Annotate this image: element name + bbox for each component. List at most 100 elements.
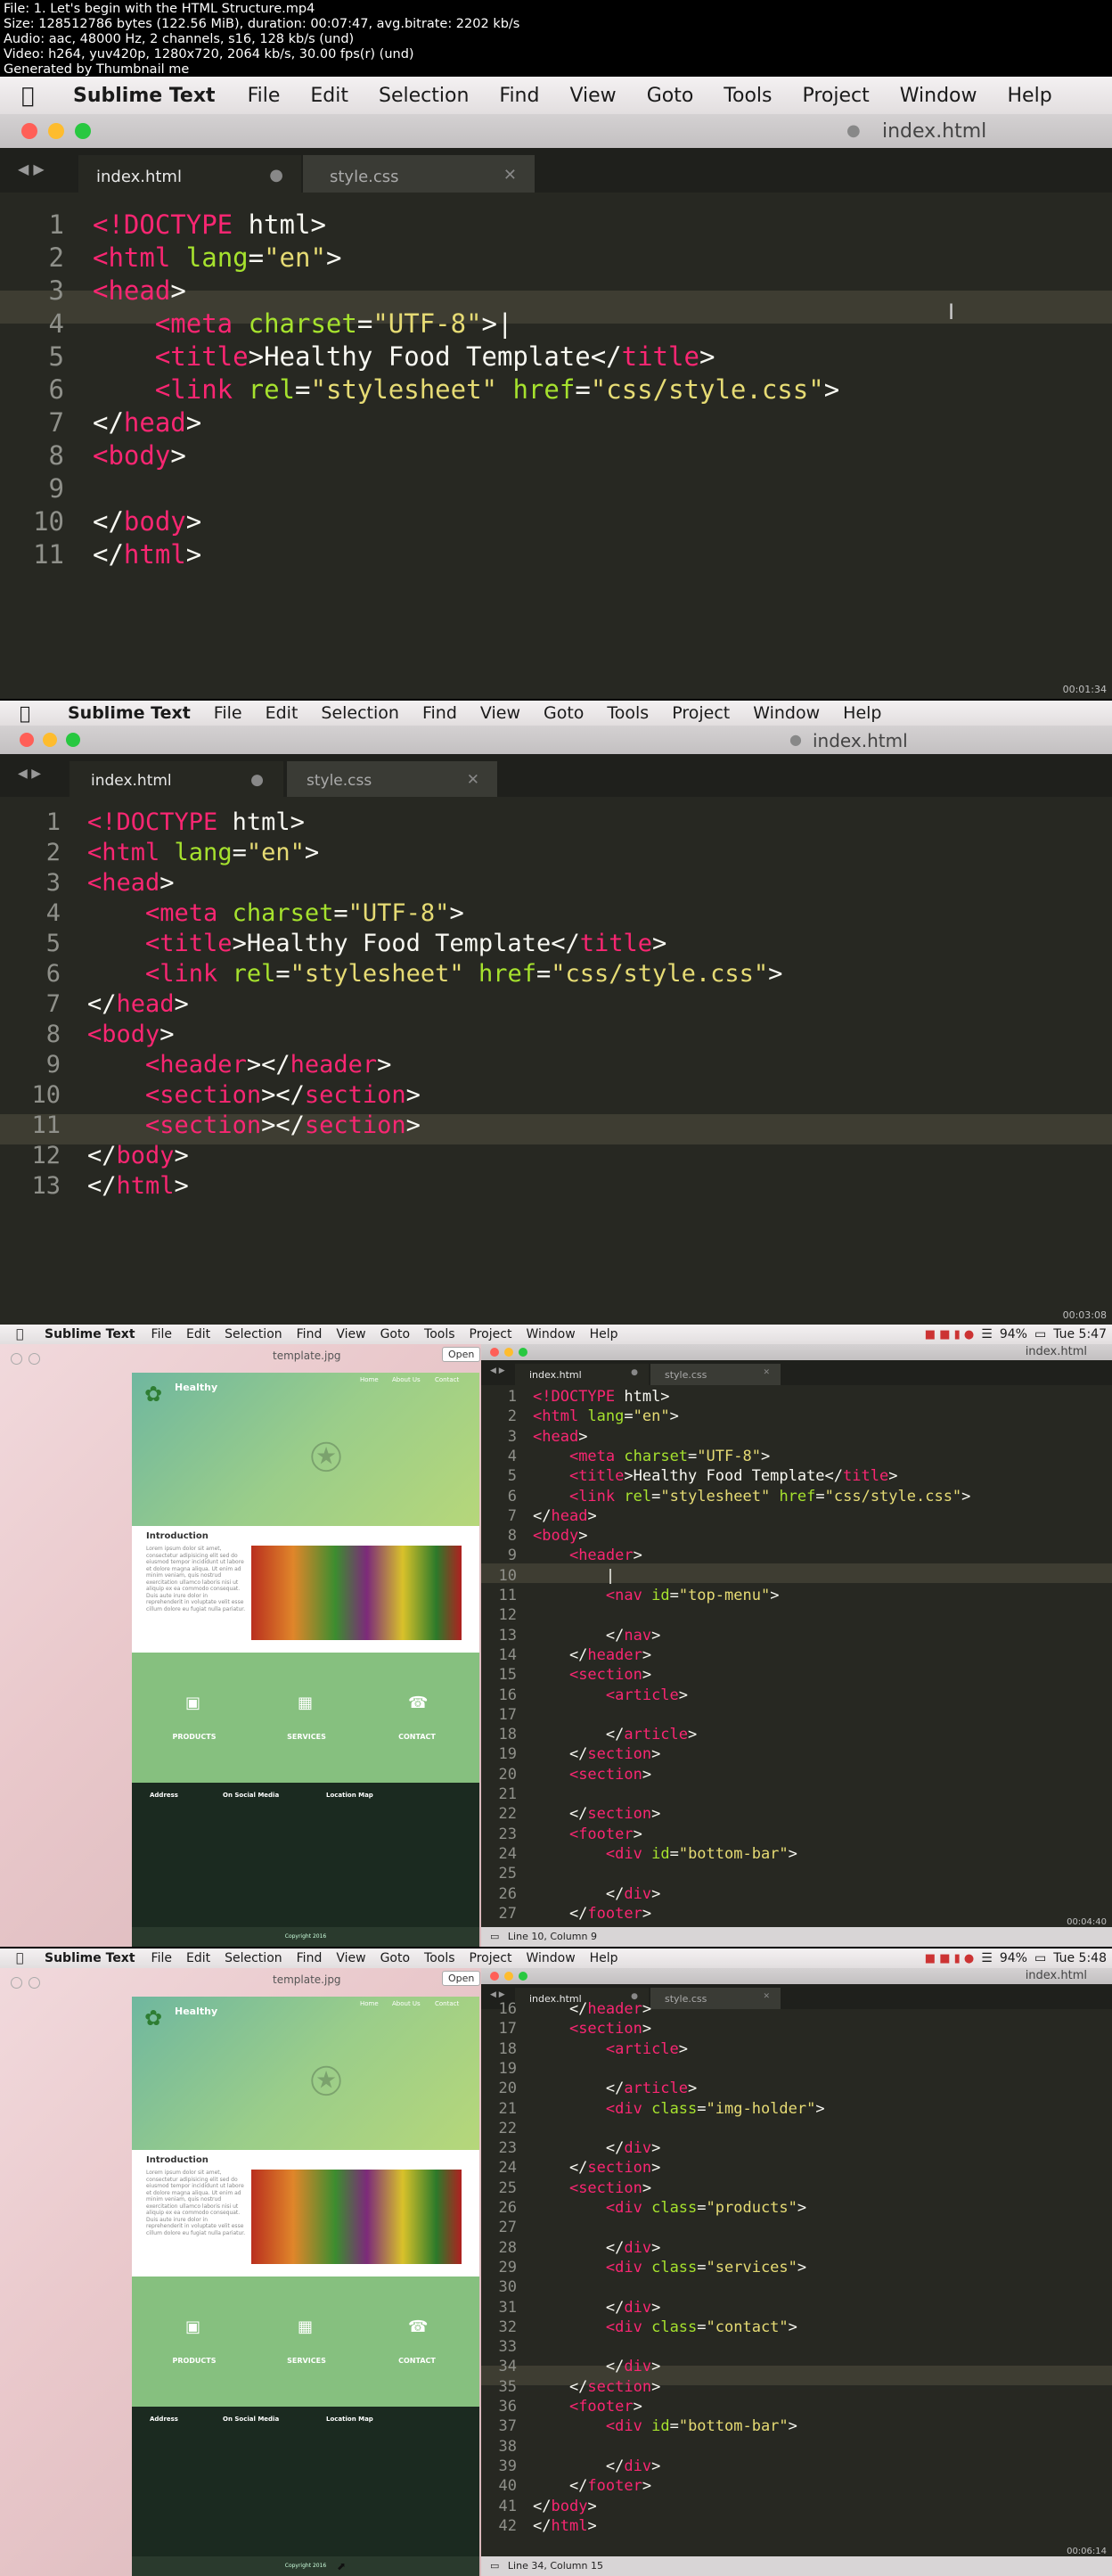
preview-minimize-button[interactable]: [29, 1353, 40, 1365]
code-line[interactable]: <section>: [533, 1665, 651, 1685]
code-line[interactable]: <html lang="en">: [93, 242, 341, 275]
code-editor[interactable]: 1 <!DOCTYPE html> 2 <html lang="en"> 3 <head>…: [0, 797, 1112, 1325]
code-line[interactable]: <body>: [87, 1020, 175, 1050]
code-line[interactable]: <article>: [533, 2039, 688, 2059]
code-line[interactable]: </div>: [533, 2238, 660, 2258]
menu-tools[interactable]: Tools: [724, 85, 772, 107]
code-line[interactable]: </head>: [93, 406, 201, 439]
maximize-window-button[interactable]: [66, 733, 80, 747]
code-line[interactable]: <footer>: [533, 1825, 642, 1844]
code-line[interactable]: <section></section>: [87, 1111, 421, 1141]
menu-help[interactable]: Help: [1008, 85, 1052, 107]
tab-style-css[interactable]: style.css ✕: [650, 1364, 781, 1385]
menu-app-name[interactable]: Sublime Text: [45, 1327, 135, 1341]
code-line[interactable]: <title>Healthy Food Template</title>: [87, 929, 666, 959]
menu-find[interactable]: Find: [297, 1327, 323, 1341]
nav-back-icon[interactable]: ◀ ▶: [490, 1990, 505, 1999]
nav-contact[interactable]: Contact: [435, 2000, 459, 2007]
tab-dirty-icon[interactable]: ●: [250, 771, 264, 789]
code-line[interactable]: </article>: [533, 2079, 697, 2098]
code-line[interactable]: <div class="contact">: [533, 2318, 797, 2337]
menu-selection[interactable]: Selection: [379, 85, 469, 107]
menu-view[interactable]: View: [336, 1327, 365, 1341]
service-contact[interactable]: CONTACT: [390, 1733, 444, 1741]
tab-close-icon[interactable]: ✕: [503, 166, 517, 185]
menu-goto[interactable]: Goto: [380, 1327, 410, 1341]
menu-app-name[interactable]: Sublime Text: [68, 703, 191, 723]
code-line[interactable]: <section>: [533, 2019, 651, 2039]
menu-view[interactable]: View: [480, 703, 520, 723]
apple-icon[interactable]: : [16, 1951, 45, 1965]
tab-index-html[interactable]: index.html ●: [515, 1364, 649, 1385]
code-line[interactable]: </div>: [533, 2357, 660, 2376]
code-line[interactable]: <!DOCTYPE html>: [533, 1387, 670, 1407]
preview-close-button[interactable]: [11, 1977, 22, 1989]
clock[interactable]: Tue 5:48: [1053, 1951, 1107, 1965]
tab-index-html[interactable]: index.html ●: [78, 155, 301, 193]
code-line[interactable]: <!DOCTYPE html>: [93, 209, 326, 242]
nav-back-icon[interactable]: ◀ ▶: [18, 767, 41, 781]
menu-file[interactable]: File: [151, 1327, 172, 1341]
code-line[interactable]: </body>: [87, 1141, 189, 1171]
menu-window[interactable]: Window: [526, 1327, 575, 1341]
tab-index-html[interactable]: index.html ●: [70, 761, 283, 797]
code-line[interactable]: <!DOCTYPE html>: [87, 808, 305, 838]
menu-selection[interactable]: Selection: [225, 1951, 282, 1965]
menu-window[interactable]: Window: [526, 1951, 575, 1965]
menu-project[interactable]: Project: [470, 1951, 512, 1965]
menu-project[interactable]: Project: [802, 85, 869, 107]
tab-style-css[interactable]: style.css ✕: [650, 1988, 781, 2009]
code-line[interactable]: <link rel="stylesheet" href="css/style.c…: [533, 1487, 970, 1506]
service-products[interactable]: PRODUCTS: [168, 2357, 221, 2365]
code-line[interactable]: <footer>: [533, 2397, 642, 2416]
tab-dirty-icon[interactable]: ●: [631, 1368, 638, 1377]
code-line[interactable]: <header></header>: [87, 1050, 391, 1080]
menu-selection[interactable]: Selection: [225, 1327, 282, 1341]
menu-help[interactable]: Help: [843, 703, 881, 723]
close-window-button[interactable]: [21, 123, 37, 139]
status-panel-icon[interactable]: ▭: [490, 1931, 499, 1942]
code-line[interactable]: <html lang="en">: [87, 838, 319, 868]
preview-minimize-button[interactable]: [29, 1977, 40, 1989]
code-line[interactable]: </div>: [533, 2457, 660, 2476]
menu-window[interactable]: Window: [900, 85, 977, 107]
code-line[interactable]: <article>: [533, 1686, 688, 1705]
code-line[interactable]: <link rel="stylesheet" href="css/style.c…: [87, 959, 782, 989]
menu-tools[interactable]: Tools: [424, 1327, 455, 1341]
code-line[interactable]: </div>: [533, 1884, 660, 1904]
code-line[interactable]: </footer>: [533, 1904, 651, 1924]
code-line[interactable]: <div class="products">: [533, 2198, 806, 2218]
tab-close-icon[interactable]: ✕: [467, 771, 479, 789]
code-line[interactable]: <meta charset="UTF-8">: [87, 898, 464, 929]
menu-window[interactable]: Window: [753, 703, 820, 723]
close-window-button[interactable]: [490, 1348, 499, 1357]
minimize-window-button[interactable]: [504, 1348, 513, 1357]
menu-project[interactable]: Project: [672, 703, 730, 723]
wifi-icon[interactable]: ☰: [981, 1951, 993, 1965]
menu-app-name[interactable]: Sublime Text: [45, 1951, 135, 1965]
code-line[interactable]: <title>Healthy Food Template</title>: [533, 1466, 898, 1486]
nav-home[interactable]: Home: [360, 1376, 379, 1383]
status-panel-icon[interactable]: ▭: [490, 2560, 499, 2572]
code-line[interactable]: |: [533, 1566, 615, 1586]
maximize-window-button[interactable]: [75, 123, 91, 139]
code-line[interactable]: <div class="img-holder">: [533, 2099, 825, 2119]
menu-goto[interactable]: Goto: [647, 85, 694, 107]
menu-goto[interactable]: Goto: [544, 703, 584, 723]
open-button[interactable]: Open: [442, 1347, 481, 1362]
menu-file[interactable]: File: [151, 1951, 172, 1965]
code-line[interactable]: </html>: [533, 2516, 597, 2536]
minimize-window-button[interactable]: [48, 123, 64, 139]
wifi-icon[interactable]: ☰: [981, 1327, 993, 1341]
code-line[interactable]: </header>: [533, 1645, 651, 1665]
menu-edit[interactable]: Edit: [266, 703, 298, 723]
service-products[interactable]: PRODUCTS: [168, 1733, 221, 1741]
code-line[interactable]: </head>: [87, 989, 189, 1020]
code-line[interactable]: </body>: [533, 2497, 597, 2516]
menu-help[interactable]: Help: [590, 1951, 618, 1965]
code-line[interactable]: <head>: [533, 1427, 587, 1447]
code-line[interactable]: <nav id="top-menu">: [533, 1586, 780, 1605]
code-line[interactable]: </div>: [533, 2138, 660, 2158]
apple-icon[interactable]: : [20, 702, 68, 724]
close-window-button[interactable]: [20, 733, 34, 747]
